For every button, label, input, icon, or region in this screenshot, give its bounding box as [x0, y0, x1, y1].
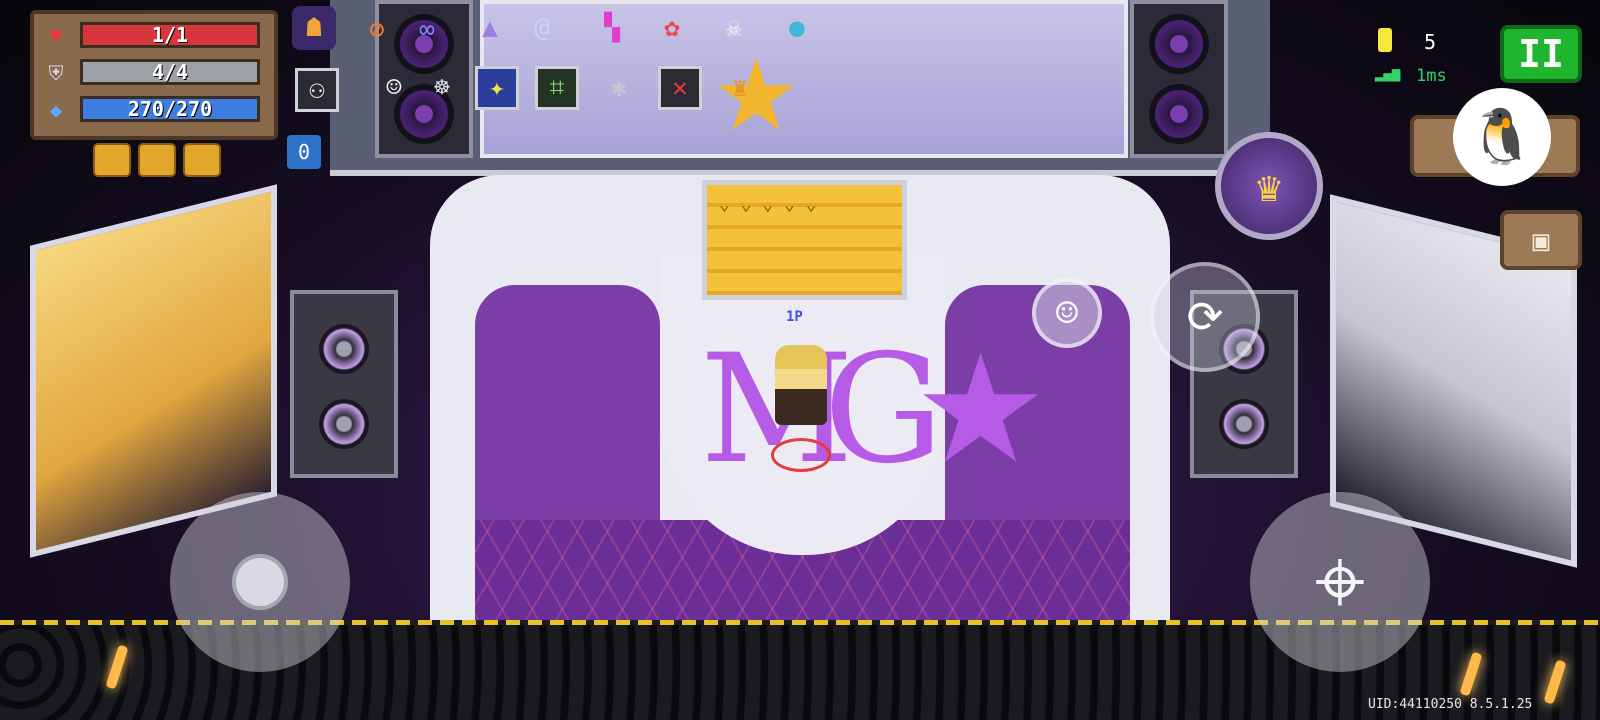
armor-row: ⛨ 4/4: [42, 59, 266, 87]
hint-icon-label: 0: [297, 140, 311, 164]
red-x-icon[interactable]: ✕: [658, 66, 702, 110]
game-scene: ★ ⌄ ⌄ ⌄ ⌄ ⌄ MG★ 1P ♥ 1/1 ⛨ 4/4 ◆ 270/270…: [0, 0, 1600, 720]
skeleton-icon[interactable]: ☠: [712, 6, 756, 50]
buff-icon[interactable]: [183, 143, 221, 177]
joystick-knob[interactable]: [232, 554, 288, 610]
snail-icon[interactable]: @: [520, 6, 564, 50]
armor-bar: 4/4: [80, 59, 260, 85]
gem-count: 5: [1424, 30, 1437, 54]
energy-text: 270/270: [127, 97, 213, 121]
stage-logo: MG★: [700, 323, 1048, 497]
hp-text: 1/1: [151, 23, 189, 47]
movement-joystick[interactable]: [170, 492, 350, 672]
infinity-icon[interactable]: ∞: [405, 8, 449, 52]
signal-icon: ▂▄▆: [1375, 66, 1401, 82]
energy-bar: 270/270: [80, 96, 260, 122]
player-tag: 1P: [786, 309, 803, 325]
energy-crystal-icon: ◆: [49, 98, 63, 122]
speaker-stack-right: [1130, 0, 1228, 158]
energy-row: ◆ 270/270: [42, 96, 266, 124]
alien-icon[interactable]: ☺: [372, 66, 416, 110]
tetris-block-icon[interactable]: ▚: [590, 6, 634, 50]
starry-map-icon[interactable]: ✦: [475, 66, 519, 110]
no-entry-icon[interactable]: ⊘: [355, 8, 399, 52]
pause-button[interactable]: II: [1500, 25, 1582, 83]
crosshair-icon: ⌖: [1314, 529, 1366, 634]
gem-icon: [1378, 28, 1392, 52]
buff-icon[interactable]: [93, 143, 131, 177]
emote-button[interactable]: ☺: [1032, 278, 1102, 348]
hint-icon[interactable]: 0: [287, 135, 321, 169]
demon-mask-icon[interactable]: ☗: [292, 6, 336, 50]
weapon-swap-button[interactable]: ⟳: [1150, 262, 1260, 372]
entrance-ramp: ⌄ ⌄ ⌄ ⌄ ⌄: [702, 180, 907, 300]
boss-avatar-icon[interactable]: ♛: [1215, 132, 1323, 240]
uid-label: UID:44110250 8.5.1.25: [1368, 697, 1533, 712]
robot-mask-icon[interactable]: ☸: [420, 66, 464, 110]
buff-icon[interactable]: [138, 143, 176, 177]
profile-card-button[interactable]: ▣: [1500, 210, 1582, 270]
spartan-helmet-icon[interactable]: ♜: [718, 66, 762, 110]
player-target-ring: [771, 438, 831, 472]
attack-button[interactable]: ⌖: [1250, 492, 1430, 672]
shield-icon: ⛨: [48, 61, 64, 85]
octopus-icon[interactable]: ✿: [650, 6, 694, 50]
weapon-slot[interactable]: ⚇: [295, 68, 339, 112]
planet-icon[interactable]: ●: [775, 6, 819, 50]
player-character: [775, 345, 827, 425]
status-panel: ♥ 1/1 ⛨ 4/4 ◆ 270/270: [30, 10, 278, 140]
maze-icon[interactable]: ⌗: [535, 66, 579, 110]
hp-bar: 1/1: [80, 22, 260, 48]
heart-icon: ♥: [49, 24, 63, 48]
wizard-hat-icon[interactable]: ▲: [468, 6, 512, 50]
speaker-cabinet-left: [290, 290, 398, 478]
armor-text: 4/4: [151, 60, 189, 84]
ping-text: 1ms: [1416, 66, 1447, 86]
ramp-arrows: ⌄ ⌄ ⌄ ⌄ ⌄: [719, 194, 817, 215]
bug-swarm-icon[interactable]: ✱: [597, 66, 641, 110]
qq-penguin-icon[interactable]: 🐧: [1453, 88, 1551, 186]
hp-row: ♥ 1/1: [42, 22, 266, 50]
